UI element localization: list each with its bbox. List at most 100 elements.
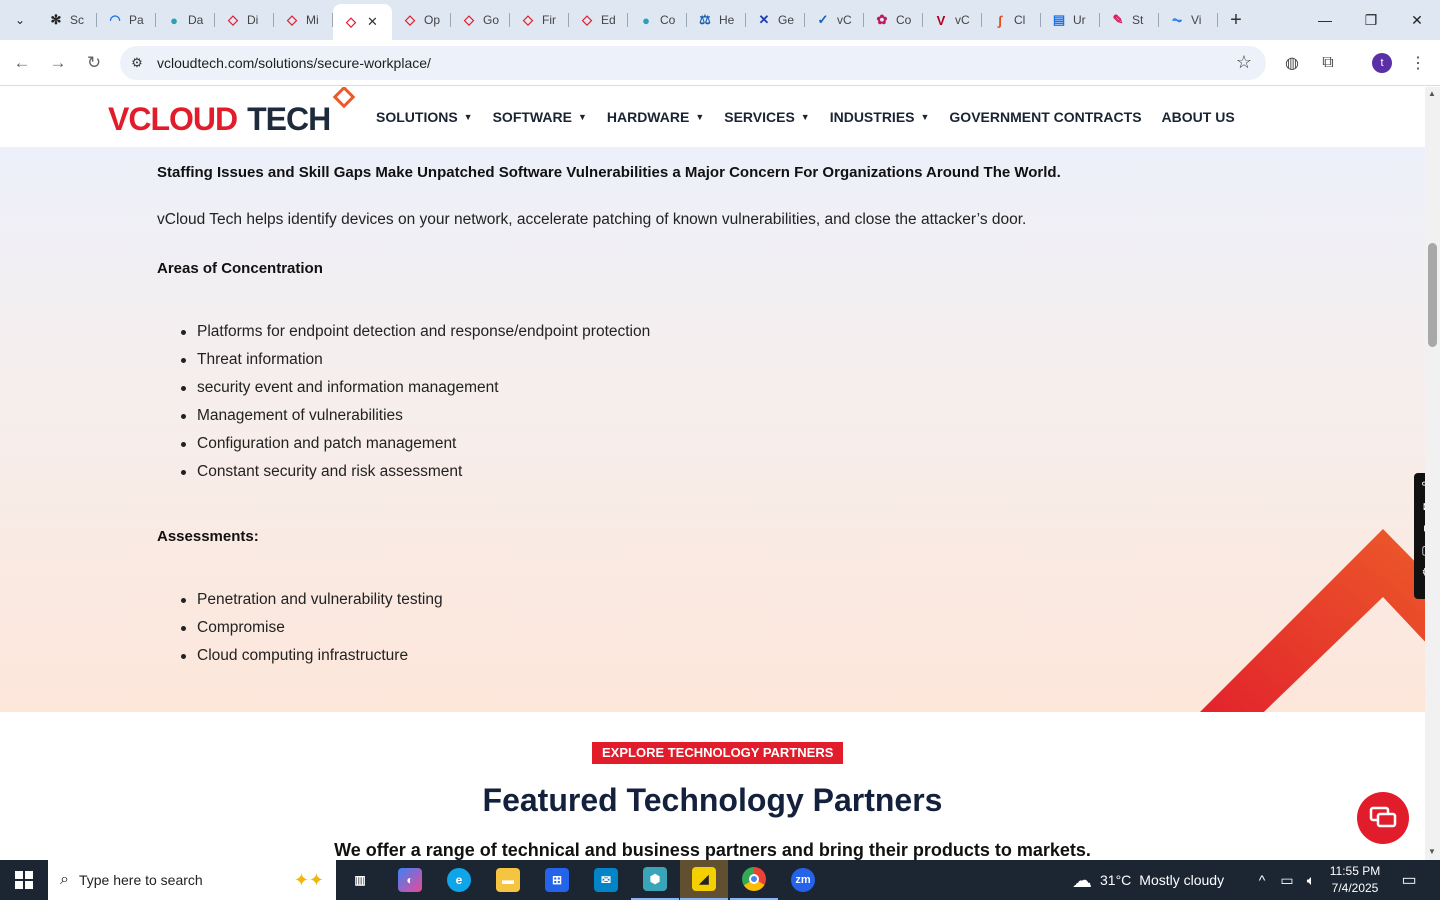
tab-title: Vi [1191, 13, 1202, 27]
start-button[interactable] [0, 860, 48, 900]
restore-icon[interactable]: ❐ [1348, 0, 1394, 40]
browser-tab[interactable]: ⚖ He [687, 4, 746, 36]
browser-tab[interactable]: ◇ Ed [569, 4, 628, 36]
pen-icon: ∫ [998, 12, 1002, 28]
list-item: Configuration and patch management [180, 430, 650, 458]
url-text[interactable]: vcloudtech.com/solutions/secure-workplac… [157, 55, 431, 71]
diamond-icon: ◇ [582, 12, 592, 27]
chrome-menu-icon[interactable]: ⋮ [1406, 51, 1430, 75]
tab-title: Pa [129, 13, 144, 27]
nav-item-label: SOLUTIONS [376, 109, 458, 125]
browser-tab[interactable]: ◇ Fir [510, 4, 569, 36]
chat-button[interactable] [1357, 792, 1409, 844]
vcloudtech-logo[interactable]: VCLOUD TECH [108, 87, 358, 137]
clock-date: 7/4/2025 [1331, 881, 1379, 895]
chrome-app[interactable] [730, 860, 778, 900]
assessments-list: Penetration and vulnerability testing Com… [181, 586, 443, 670]
mail-app[interactable]: ✉ [582, 860, 630, 900]
nav-item-solutions[interactable]: SOLUTIONS ▼ [376, 109, 473, 125]
copilot-app[interactable]: ◐ [386, 860, 434, 900]
browser-tab[interactable]: ◇ ✕ [333, 4, 392, 40]
translate-globe-icon[interactable]: ◍ [1280, 51, 1304, 75]
browser-tab[interactable]: ◠ Pa [97, 4, 156, 36]
nav-item-label: ABOUT US [1161, 109, 1235, 125]
nav-item-services[interactable]: SERVICES ▼ [724, 109, 809, 125]
browser-tab[interactable]: VvC [923, 4, 982, 36]
new-tab-plus-icon[interactable]: + [1224, 8, 1248, 32]
browser-tab[interactable]: ▤ Ur [1041, 4, 1100, 36]
app-hexagon[interactable]: ⬢ [631, 860, 679, 900]
store-app[interactable]: ⊞ [533, 860, 581, 900]
nav-item-industries[interactable]: INDUSTRIES ▼ [830, 109, 930, 125]
taskbar-search[interactable]: ⌕ Type here to search ✦✦ [48, 860, 336, 900]
close-window-icon[interactable]: ✕ [1394, 0, 1440, 40]
logo-diamond-icon [332, 87, 356, 109]
extensions-puzzle-icon[interactable]: ⧉ [1316, 51, 1340, 75]
tab-close-icon[interactable]: ✕ [367, 14, 378, 30]
volume-icon[interactable]: 🔈︎ [1300, 860, 1322, 900]
caret-down-icon: ▼ [920, 112, 930, 122]
back-arrow-icon[interactable]: ← [10, 51, 34, 75]
caret-down-icon: ▼ [463, 112, 473, 122]
browser-tab[interactable]: ⏦ Vi [1159, 4, 1218, 36]
main-nav: SOLUTIONS ▼ SOFTWARE ▼ HARDWARE ▼ SERVICES ▼ IND… [376, 109, 1255, 125]
site-info-icon[interactable]: ⚙ [128, 54, 146, 72]
nav-item-government-contracts[interactable]: GOVERNMENT CONTRACTS [949, 109, 1141, 125]
browser-tab[interactable]: ◇ Mi [274, 4, 333, 36]
tab-title: Co [896, 13, 912, 27]
browser-tab[interactable]: ∫ Cl [982, 4, 1041, 36]
nav-item-label: SERVICES [724, 109, 795, 125]
sticky-notes-app[interactable]: ◢ [680, 860, 728, 900]
nav-item-about-us[interactable]: ABOUT US [1162, 109, 1235, 125]
tab-title: Ed [601, 13, 616, 27]
browser-tab[interactable]: ● Co [628, 4, 687, 36]
weather-widget[interactable]: ☁ 31°C Mostly cloudy [1072, 860, 1224, 900]
intro-paragraph: vCloud Tech helps identify devices on yo… [157, 211, 1027, 228]
chat-bubbles-icon [1369, 806, 1397, 828]
explore-partners-button[interactable]: EXPLORE TECHNOLOGY PARTNERS [592, 742, 844, 764]
scroll-down-arrow-icon[interactable]: ▼ [1428, 847, 1436, 856]
browser-tab[interactable]: ✓ vC [805, 4, 864, 36]
bookmark-star-icon[interactable]: ☆ [1236, 52, 1252, 73]
zoom-app[interactable]: zm [779, 860, 827, 900]
scroll-thumb[interactable] [1428, 243, 1437, 347]
network-icon[interactable]: ▭ [1276, 860, 1298, 900]
nav-item-hardware[interactable]: HARDWARE ▼ [607, 109, 704, 125]
browser-tab[interactable]: ✿ Co [864, 4, 923, 36]
browser-tab[interactable]: ● Da [156, 4, 215, 36]
tab-title: St [1132, 13, 1144, 27]
scroll-up-arrow-icon[interactable]: ▲ [1428, 89, 1436, 98]
browser-tab[interactable]: ◇ Go [451, 4, 510, 36]
logo-v: V [108, 101, 129, 137]
clock-time: 11:55 PM [1329, 864, 1381, 878]
browser-tab[interactable]: ◇ Op [392, 4, 451, 36]
cloudy-weather-icon: ☁ [1072, 869, 1092, 892]
browser-tab[interactable]: ✻ Sc [38, 4, 97, 36]
diamond-icon: ◇ [287, 12, 297, 27]
tray-chevron-up-icon[interactable]: ^ [1252, 860, 1272, 900]
forward-arrow-icon[interactable]: → [46, 51, 70, 75]
tab-search-chevron-icon[interactable]: ⌄ [8, 8, 32, 32]
reload-icon[interactable]: ↻ [82, 51, 106, 75]
browser-toolbar: ← → ↻ ⚙ vcloudtech.com/solutions/secure-… [0, 40, 1440, 86]
tab-title: Ur [1073, 13, 1086, 27]
browser-tab[interactable]: ✎ St [1100, 4, 1159, 36]
notification-icon[interactable]: ▭ [1394, 860, 1424, 900]
diamond-icon: ◇ [405, 12, 415, 27]
logo-cloud: CLOUD [128, 101, 238, 137]
file-explorer-app[interactable]: ▬ [484, 860, 532, 900]
browser-tab[interactable]: ◇ Di [215, 4, 274, 36]
edge-app[interactable]: e [435, 860, 483, 900]
minimize-icon[interactable]: — [1302, 0, 1348, 40]
windows-taskbar: ⌕ Type here to search ✦✦ ▥ ◐ e ▬ ⊞ ✉ ⬢ ◢… [0, 860, 1440, 900]
address-bar[interactable]: ⚙ vcloudtech.com/solutions/secure-workpl… [120, 46, 1266, 80]
nav-item-software[interactable]: SOFTWARE ▼ [493, 109, 587, 125]
browser-tab[interactable]: ✕ Ge [746, 4, 805, 36]
page-viewport: VCLOUD TECH SOLUTIONS ▼ SOFTWARE ▼ HARDWARE ▼ S… [0, 87, 1425, 860]
profile-avatar[interactable]: t [1372, 53, 1392, 73]
page-scrollbar[interactable]: ▲ ▼ [1425, 87, 1440, 860]
task-view-button[interactable]: ▥ [336, 860, 384, 900]
system-clock[interactable]: 11:55 PM 7/4/2025 [1320, 863, 1390, 897]
badge-icon: ✿ [876, 12, 888, 27]
tab-title: Sc [70, 13, 85, 27]
